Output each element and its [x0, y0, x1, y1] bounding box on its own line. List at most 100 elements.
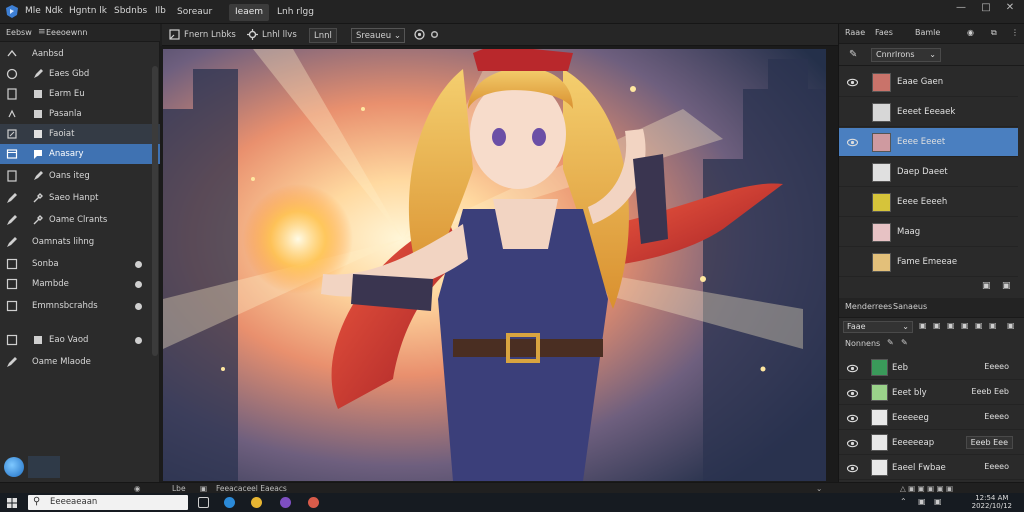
checkbox-icon[interactable]	[6, 278, 18, 290]
assistant-icon[interactable]	[4, 457, 24, 477]
clip-icon[interactable]: ▣	[947, 321, 955, 330]
target-icon[interactable]	[414, 29, 425, 40]
zoom-level[interactable]: Lbe	[172, 484, 186, 493]
checkbox-icon[interactable]	[6, 300, 18, 312]
chevron-up-icon[interactable]: ⌃	[900, 497, 911, 508]
list-item[interactable]: Faoiat	[0, 124, 160, 144]
checkbox-icon[interactable]	[6, 334, 18, 346]
layer-blend-value[interactable]: Eeeeo	[980, 461, 1013, 474]
pages-dropdown[interactable]: Cnnrlrons ⌄	[871, 48, 941, 62]
eye-icon[interactable]	[847, 77, 858, 88]
checkbox-icon[interactable]	[6, 258, 18, 270]
menu-item-select[interactable]: Sbdnbs	[114, 6, 147, 16]
menu-item-edit[interactable]: Ndk	[45, 6, 63, 16]
tab-channels[interactable]: Sanaeus	[893, 302, 927, 311]
menu-item-image[interactable]: Hgntn lk	[69, 6, 107, 16]
list-item[interactable]: Oame Mlaode	[0, 352, 160, 372]
layer-blend-value[interactable]: Eeeb Eeb	[967, 386, 1013, 399]
eye-icon[interactable]	[847, 137, 858, 148]
list-item[interactable]: Mambde	[0, 274, 160, 294]
eye-icon[interactable]	[847, 167, 858, 178]
blend-dropdown[interactable]: Faae ⌄	[843, 321, 913, 333]
delete-page-icon[interactable]: ▣	[1002, 281, 1011, 291]
menu-item-file[interactable]: Mle	[25, 6, 41, 16]
copy-icon[interactable]: ⧉	[991, 28, 997, 38]
filter-icon[interactable]: ▣	[975, 321, 983, 330]
mask-icon[interactable]: ▣	[989, 321, 997, 330]
list-item[interactable]: Eaes Gbd	[0, 64, 160, 84]
list-item[interactable]: Emmnsbcrahds	[0, 296, 160, 316]
layer-row[interactable]: Eeb Eeeeo	[839, 356, 1024, 380]
layer-options-icon[interactable]: ▣	[1007, 321, 1015, 330]
tab-document-1[interactable]: Soreaur	[171, 4, 218, 21]
list-item[interactable]: Oame Clrants	[0, 210, 160, 230]
eye-icon[interactable]	[847, 227, 858, 238]
eye-icon[interactable]	[847, 413, 858, 424]
eye-icon[interactable]	[847, 107, 858, 118]
left-panel-scrollbar[interactable]	[152, 66, 158, 356]
info-icon[interactable]: ▣	[200, 484, 207, 493]
volume-icon[interactable]: ▣	[934, 497, 945, 508]
pin-icon[interactable]: ≡	[38, 27, 46, 37]
list-item[interactable]: Earm Eu	[0, 84, 160, 104]
left-panel-dropdown[interactable]: Eeeoewnn	[46, 28, 87, 37]
list-item[interactable]: Sonba	[0, 254, 160, 274]
layer-blend-value[interactable]: Eeeb Eee	[965, 436, 1013, 449]
eye-icon[interactable]	[847, 438, 858, 449]
panel-toggle-icon[interactable]: ◉	[134, 484, 141, 493]
tab-document-2[interactable]: Ieaem	[229, 4, 270, 21]
eye-icon[interactable]	[847, 257, 858, 268]
eye-icon[interactable]	[847, 463, 858, 474]
network-icon[interactable]: ▣	[918, 497, 929, 508]
page-row[interactable]: Eeeet Eeeaek	[839, 98, 1018, 127]
page-row[interactable]: Maag	[839, 218, 1018, 247]
menu-icon[interactable]: ⋮	[1011, 28, 1019, 37]
eye-icon[interactable]	[847, 363, 858, 374]
edge-browser-icon[interactable]	[224, 497, 235, 508]
page-row[interactable]: Eeee Eeeet	[839, 128, 1018, 157]
minimize-icon[interactable]: —	[951, 2, 971, 16]
maximize-icon[interactable]: □	[976, 2, 996, 16]
paint-app-icon[interactable]	[308, 497, 319, 508]
page-row[interactable]: Fame Emeeae	[839, 248, 1018, 277]
task-view-icon[interactable]	[198, 497, 209, 508]
thumbnail-preview[interactable]	[28, 456, 60, 478]
gear-icon[interactable]	[429, 29, 440, 40]
blend-mode-select[interactable]: Sreaueu ⌄	[351, 28, 405, 43]
page-row[interactable]: Eeee Eeeeh	[839, 188, 1018, 217]
list-item[interactable]: Eao Vaod	[0, 330, 160, 350]
globe-icon[interactable]: ◉	[967, 28, 974, 37]
list-item[interactable]: Pasanla	[0, 104, 160, 124]
tab-frames[interactable]: Faes	[875, 28, 893, 37]
preset-button[interactable]: Lnnl	[309, 28, 337, 43]
resize-handle-icon[interactable]: ⌄	[816, 484, 822, 493]
menu-item-view[interactable]: Ilb	[155, 6, 166, 16]
settings-icon[interactable]	[247, 29, 258, 40]
tab-pages[interactable]: Raae	[845, 28, 865, 37]
tool-preset-label[interactable]: Fnern Lnbks	[180, 28, 240, 43]
pen-icon[interactable]: ✎	[901, 338, 908, 347]
close-icon[interactable]: ✕	[1000, 2, 1020, 16]
page-row[interactable]: Daep Daeet	[839, 158, 1018, 187]
list-item[interactable]: Oans iteg	[0, 166, 160, 186]
tab-document-3[interactable]: Lnh rlgg	[271, 4, 320, 21]
list-item[interactable]: Oamnats lihng	[0, 232, 160, 252]
list-item-selected[interactable]: Anasary	[0, 144, 160, 164]
media-app-icon[interactable]	[280, 497, 291, 508]
lock-icon[interactable]: ▣	[919, 321, 927, 330]
artwork-canvas[interactable]	[163, 49, 826, 481]
layer-row[interactable]: Eeeeeeap Eeeb Eee	[839, 431, 1024, 455]
app-logo-icon[interactable]	[6, 5, 18, 18]
list-item[interactable]: Aanbsd	[0, 44, 160, 64]
link-layer-icon[interactable]: ▣	[961, 321, 969, 330]
system-clock[interactable]: 12:54 AM 2022/10/12	[972, 494, 1012, 510]
list-item[interactable]: Saeo Hanpt	[0, 188, 160, 208]
layer-blend-value[interactable]: Eeeeo	[980, 411, 1013, 424]
layer-row[interactable]: Eeeeeeg Eeeeo	[839, 406, 1024, 430]
tab-bundle[interactable]: Bamle	[915, 28, 940, 37]
windows-start-icon[interactable]	[7, 498, 17, 508]
add-page-icon[interactable]: ▣	[982, 281, 991, 291]
layer-row[interactable]: Eeet bly Eeeb Eeb	[839, 381, 1024, 405]
eye-icon[interactable]	[847, 388, 858, 399]
link-icon[interactable]: ✎	[849, 49, 857, 60]
